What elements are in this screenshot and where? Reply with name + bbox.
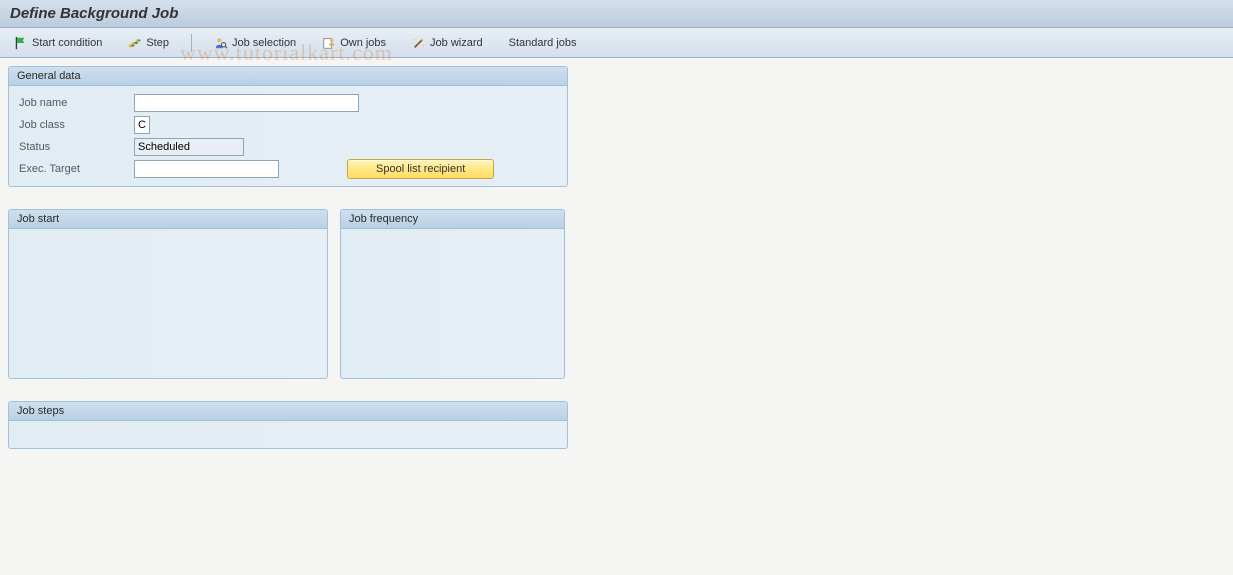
step-button[interactable]: Step (124, 34, 173, 52)
job-selection-button[interactable]: Job selection (210, 34, 300, 52)
content-area: General data Job name Job class Status E… (0, 58, 1233, 457)
toolbar-label: Step (146, 37, 169, 49)
person-search-icon (214, 36, 228, 50)
step-icon (128, 36, 142, 50)
start-condition-button[interactable]: Start condition (10, 34, 106, 52)
exec-target-input[interactable] (134, 160, 279, 178)
job-wizard-button[interactable]: Job wizard (408, 34, 487, 52)
job-start-body (9, 229, 327, 241)
page-title: Define Background Job (10, 5, 178, 22)
job-class-input[interactable] (134, 116, 150, 134)
toolbar-label: Own jobs (340, 37, 386, 49)
status-label: Status (19, 141, 134, 153)
job-start-header: Job start (9, 210, 327, 229)
toolbar-label: Start condition (32, 37, 102, 49)
job-class-label: Job class (19, 119, 134, 131)
status-field (134, 138, 244, 156)
general-data-body: Job name Job class Status Exec. Target S… (9, 86, 567, 186)
job-steps-header: Job steps (9, 402, 567, 421)
job-steps-panel: Job steps (8, 401, 568, 449)
job-start-panel: Job start (8, 209, 328, 379)
toolbar-label: Job selection (232, 37, 296, 49)
general-data-panel: General data Job name Job class Status E… (8, 66, 568, 187)
application-toolbar: Start condition Step Job selection Own j… (0, 28, 1233, 58)
toolbar-label: Job wizard (430, 37, 483, 49)
job-frequency-panel: Job frequency (340, 209, 565, 379)
toolbar-separator (191, 34, 192, 52)
job-name-input[interactable] (134, 94, 359, 112)
spool-list-recipient-button[interactable]: Spool list recipient (347, 159, 494, 179)
job-frequency-header: Job frequency (341, 210, 564, 229)
start-frequency-row: Job start Job frequency (8, 209, 1225, 379)
user-document-icon (322, 36, 336, 50)
general-data-header: General data (9, 67, 567, 86)
own-jobs-button[interactable]: Own jobs (318, 34, 390, 52)
job-steps-body (9, 421, 567, 429)
title-bar: Define Background Job (0, 0, 1233, 28)
job-name-label: Job name (19, 97, 134, 109)
toolbar-label: Standard jobs (509, 37, 577, 49)
job-frequency-body (341, 229, 564, 241)
standard-jobs-button[interactable]: Standard jobs (505, 35, 581, 51)
flag-icon (14, 36, 28, 50)
exec-target-label: Exec. Target (19, 163, 134, 175)
wizard-icon (412, 36, 426, 50)
